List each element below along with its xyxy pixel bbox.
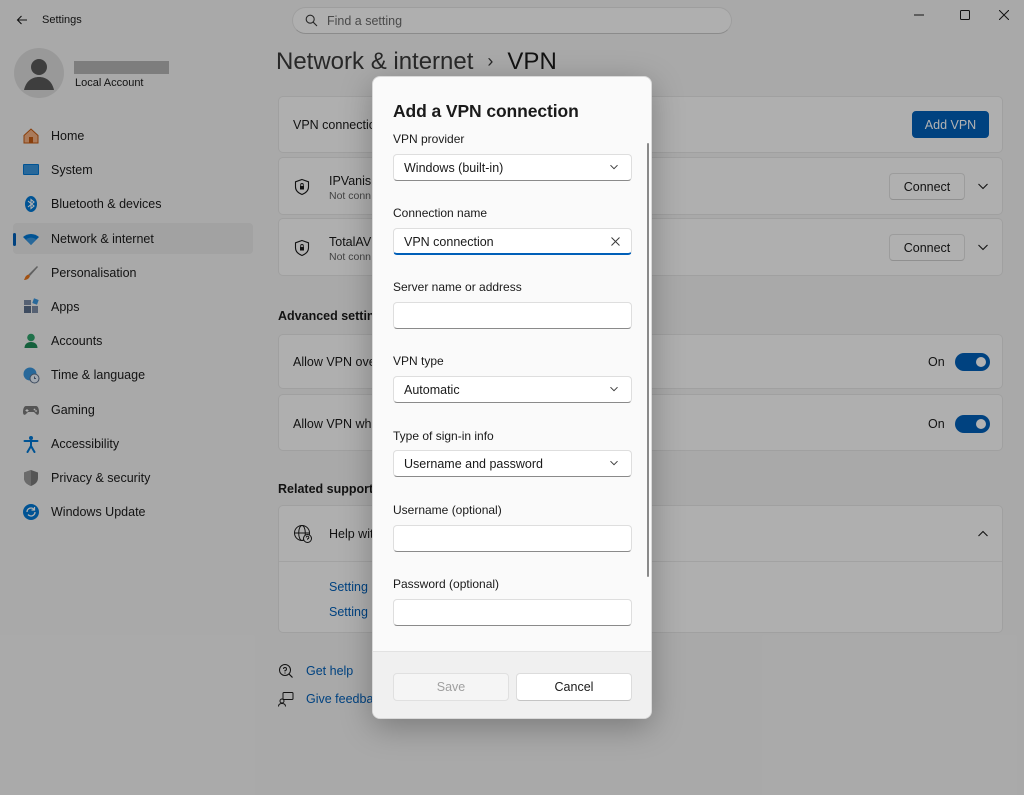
server-address-label: Server name or address xyxy=(393,280,522,294)
signin-type-value: Username and password xyxy=(404,457,543,471)
chevron-down-icon xyxy=(608,383,620,395)
vpn-type-value: Automatic xyxy=(404,383,460,397)
connection-name-label: Connection name xyxy=(393,206,488,220)
server-address-input[interactable] xyxy=(403,306,603,325)
username-field[interactable] xyxy=(393,525,632,552)
signin-type-label: Type of sign-in info xyxy=(393,429,494,443)
vpn-type-label: VPN type xyxy=(393,354,444,368)
vpn-provider-label: VPN provider xyxy=(393,132,465,146)
password-field[interactable] xyxy=(393,599,632,626)
signin-type-dropdown[interactable]: Username and password xyxy=(393,450,632,477)
save-button[interactable]: Save xyxy=(393,673,509,701)
password-label: Password (optional) xyxy=(393,577,500,591)
vpn-provider-dropdown[interactable]: Windows (built-in) xyxy=(393,154,632,181)
cancel-button[interactable]: Cancel xyxy=(516,673,632,701)
username-label: Username (optional) xyxy=(393,503,502,517)
add-vpn-dialog: Add a VPN connection VPN provider Window… xyxy=(372,76,652,719)
clear-text-icon[interactable] xyxy=(609,235,621,247)
chevron-down-icon xyxy=(608,161,620,173)
password-input[interactable] xyxy=(403,603,603,622)
dialog-title: Add a VPN connection xyxy=(393,101,579,121)
vpn-provider-value: Windows (built-in) xyxy=(404,161,504,175)
username-input[interactable] xyxy=(403,529,603,548)
connection-name-value: VPN connection xyxy=(404,235,494,249)
server-address-field[interactable] xyxy=(393,302,632,329)
connection-name-field[interactable]: VPN connection xyxy=(393,228,632,255)
dialog-footer: Save Cancel xyxy=(373,651,651,718)
dialog-scrollbar[interactable] xyxy=(647,143,649,577)
chevron-down-icon xyxy=(608,457,620,469)
vpn-type-dropdown[interactable]: Automatic xyxy=(393,376,632,403)
